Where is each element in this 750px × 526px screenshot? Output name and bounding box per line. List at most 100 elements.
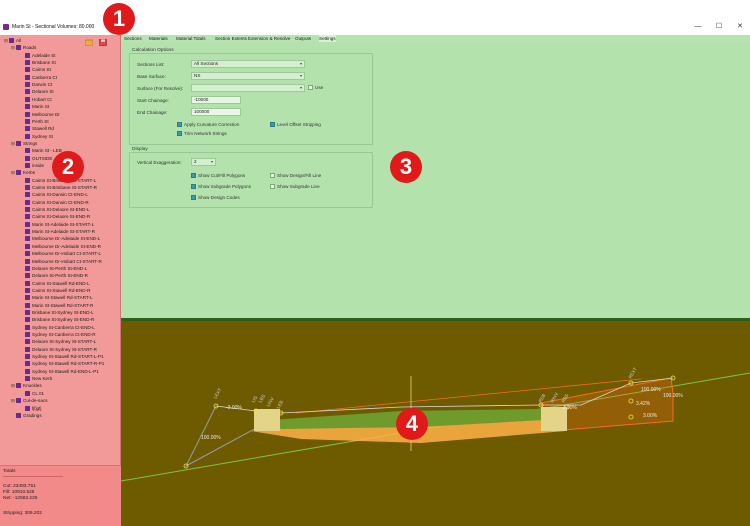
tree-item[interactable]: Cairns St-Delaore St-END-L bbox=[20, 206, 89, 213]
tree-item[interactable]: Sydney St-Stawell Rd-START-R-P1 bbox=[20, 360, 104, 367]
tree-item[interactable]: Delaore St-Perth St-END-L bbox=[20, 265, 87, 272]
vertical-exaggeration-select[interactable]: 2 ▾ bbox=[191, 158, 216, 166]
tree-item[interactable]: Marin St-Adelaide St-START-L bbox=[20, 221, 94, 228]
layer-checkbox[interactable] bbox=[25, 155, 30, 161]
layer-checkbox[interactable] bbox=[25, 199, 30, 205]
tree-item[interactable]: Darwin Ct bbox=[20, 81, 52, 88]
show-cut-fill-checkbox[interactable]: Show Cut/Fill Polygons bbox=[191, 173, 245, 179]
layer-checkbox[interactable] bbox=[25, 104, 30, 110]
layer-checkbox[interactable] bbox=[25, 118, 30, 124]
layer-checkbox[interactable] bbox=[25, 89, 30, 95]
close-button[interactable]: ✕ bbox=[735, 22, 745, 32]
show-design-fill-line-checkbox[interactable]: Show Design/Fill Line bbox=[270, 173, 321, 179]
layer-checkbox[interactable] bbox=[25, 177, 30, 183]
layer-checkbox[interactable] bbox=[25, 376, 30, 382]
tab-extension-resolve[interactable]: Extension & Resolve bbox=[248, 35, 290, 42]
layer-checkbox[interactable] bbox=[25, 96, 30, 102]
layer-checkbox[interactable] bbox=[25, 317, 30, 323]
tree-item[interactable]: ⊟ Knuckles bbox=[11, 382, 42, 389]
tree-item[interactable]: Sydney St-Canberra Ct-END-R bbox=[20, 331, 96, 338]
apply-curvature-checkbox[interactable]: Apply Curvature Correction bbox=[177, 122, 239, 128]
tree-item[interactable]: Cairns St-Darwin Ct-END-L bbox=[20, 191, 88, 198]
layer-checkbox[interactable] bbox=[25, 251, 30, 257]
tree-item[interactable]: Marin St bbox=[20, 103, 49, 110]
maximize-button[interactable]: ☐ bbox=[714, 22, 724, 32]
tree-item[interactable]: Melbourne Dr-Hobart Ct-START-L bbox=[20, 250, 101, 257]
layer-checkbox[interactable] bbox=[25, 148, 30, 154]
tree-item[interactable]: New Kerb bbox=[20, 375, 52, 382]
tree-item[interactable]: Sydney St bbox=[20, 133, 53, 140]
tab-outputs[interactable]: Outputs bbox=[295, 35, 311, 42]
cross-section-view[interactable]: 100.00% -3.00% 100.00% 100.00% 3.42% 3.0… bbox=[121, 321, 750, 526]
layer-checkbox[interactable] bbox=[25, 309, 30, 315]
tree-item[interactable]: Brisbane St bbox=[20, 59, 56, 66]
tree-item[interactable]: Cairns St bbox=[20, 66, 51, 73]
tree-item[interactable]: Cairns St-Stawell Rd-END-L bbox=[20, 280, 90, 287]
show-subgrade-polygons-checkbox[interactable]: Show Subgrade Polygons bbox=[191, 184, 251, 190]
tree-item[interactable]: ⊟ Kerbs bbox=[11, 169, 35, 176]
layer-checkbox[interactable] bbox=[25, 390, 30, 396]
tree-item[interactable]: inside bbox=[20, 162, 44, 169]
layer-checkbox[interactable] bbox=[25, 111, 30, 117]
layer-checkbox[interactable] bbox=[25, 74, 30, 80]
layer-checkbox[interactable] bbox=[25, 229, 30, 235]
level-offset-checkbox[interactable]: Level Offset Stripping bbox=[270, 122, 321, 128]
surface-resolve-select[interactable]: ▾ bbox=[191, 84, 305, 92]
tree-item[interactable]: Sydney St-Canberra Ct-END-L bbox=[20, 324, 95, 331]
folder-icon[interactable] bbox=[85, 39, 93, 46]
layer-checkbox[interactable] bbox=[25, 82, 30, 88]
tab-material-totals[interactable]: Material Totals bbox=[176, 35, 206, 42]
layer-checkbox[interactable] bbox=[25, 192, 30, 198]
tree-item[interactable]: Melbourne Dr-Adelaide St-END-R bbox=[20, 243, 101, 250]
tree-item[interactable]: CL 01 bbox=[20, 390, 44, 397]
show-subgrade-line-checkbox[interactable]: Show Subgrade Line bbox=[270, 184, 320, 190]
tree-item[interactable]: Marin St-Stawell Rd-START-L bbox=[20, 294, 93, 301]
tree-item[interactable]: ⊟ All bbox=[4, 37, 21, 44]
tree-item[interactable]: Delaore St-Perth St-END-R bbox=[20, 272, 88, 279]
layer-checkbox[interactable] bbox=[25, 221, 30, 227]
tree-item[interactable]: Cairns St-Brisbane St-START-R bbox=[20, 184, 97, 191]
tree-item[interactable]: Marin St-Adelaide St-START-R bbox=[20, 228, 95, 235]
layer-checkbox[interactable] bbox=[25, 295, 30, 301]
tree-item[interactable]: Cairns St-Delaore St-END-R bbox=[20, 213, 90, 220]
show-design-codes-checkbox[interactable]: Show Design Codes bbox=[191, 195, 240, 201]
tree-item[interactable]: Gradings bbox=[11, 412, 42, 419]
tab-section-extents[interactable]: Section Extents bbox=[215, 35, 247, 42]
layer-checkbox[interactable] bbox=[25, 302, 30, 308]
tree-item[interactable]: Melbourne Dr-Hobart Ct-START-R bbox=[20, 258, 102, 265]
layer-checkbox[interactable] bbox=[9, 38, 14, 43]
layer-checkbox[interactable] bbox=[25, 162, 30, 168]
layer-checkbox[interactable] bbox=[16, 45, 21, 51]
tree-item[interactable]: Cairns St-Darwin Ct-END-R bbox=[20, 199, 89, 206]
layer-checkbox[interactable] bbox=[25, 265, 30, 271]
layer-checkbox[interactable] bbox=[25, 133, 30, 139]
tab-settings[interactable]: Settings bbox=[319, 35, 336, 42]
tree-item[interactable]: Melbourne Dr-Adelaide St-END-L bbox=[20, 235, 100, 242]
tree-item[interactable]: Perth St bbox=[20, 118, 49, 125]
layer-checkbox[interactable] bbox=[16, 412, 21, 418]
tree-item[interactable]: OUTSIDE bbox=[20, 155, 52, 162]
layer-checkbox[interactable] bbox=[25, 346, 30, 352]
tree-item[interactable]: ⊟ Strings bbox=[11, 140, 37, 147]
layer-checkbox[interactable] bbox=[25, 236, 30, 242]
tree-item[interactable]: ⊟ Cul-de-sacs bbox=[11, 397, 48, 404]
layer-checkbox[interactable] bbox=[25, 126, 30, 132]
layer-checkbox[interactable] bbox=[25, 405, 30, 411]
layer-checkbox[interactable] bbox=[25, 67, 30, 73]
tree-item[interactable]: Delaore St-Sydney St-START-R bbox=[20, 346, 97, 353]
layer-checkbox[interactable] bbox=[16, 170, 21, 176]
tree-item[interactable]: Sydney St-Stawell Rd-START-L-P1 bbox=[20, 353, 104, 360]
tree-item[interactable]: Delaore St-Sydney St-START-L bbox=[20, 338, 96, 345]
tree-item[interactable]: Cairns St-Stawell Rd-END-R bbox=[20, 287, 90, 294]
layer-checkbox[interactable] bbox=[25, 280, 30, 286]
layer-checkbox[interactable] bbox=[25, 273, 30, 279]
layer-checkbox[interactable] bbox=[25, 207, 30, 213]
layer-checkbox[interactable] bbox=[25, 354, 30, 360]
tree-item[interactable]: fjfjgfj bbox=[20, 405, 41, 412]
tree-item[interactable]: Delaore St bbox=[20, 88, 54, 95]
tree-item[interactable]: Stawell Rd bbox=[20, 125, 54, 132]
tree-item[interactable]: Melbourne Dr bbox=[20, 111, 60, 118]
layer-checkbox[interactable] bbox=[25, 332, 30, 337]
tree-item[interactable]: ⊟ Roads bbox=[11, 44, 36, 51]
use-checkbox[interactable]: Use bbox=[308, 85, 323, 91]
